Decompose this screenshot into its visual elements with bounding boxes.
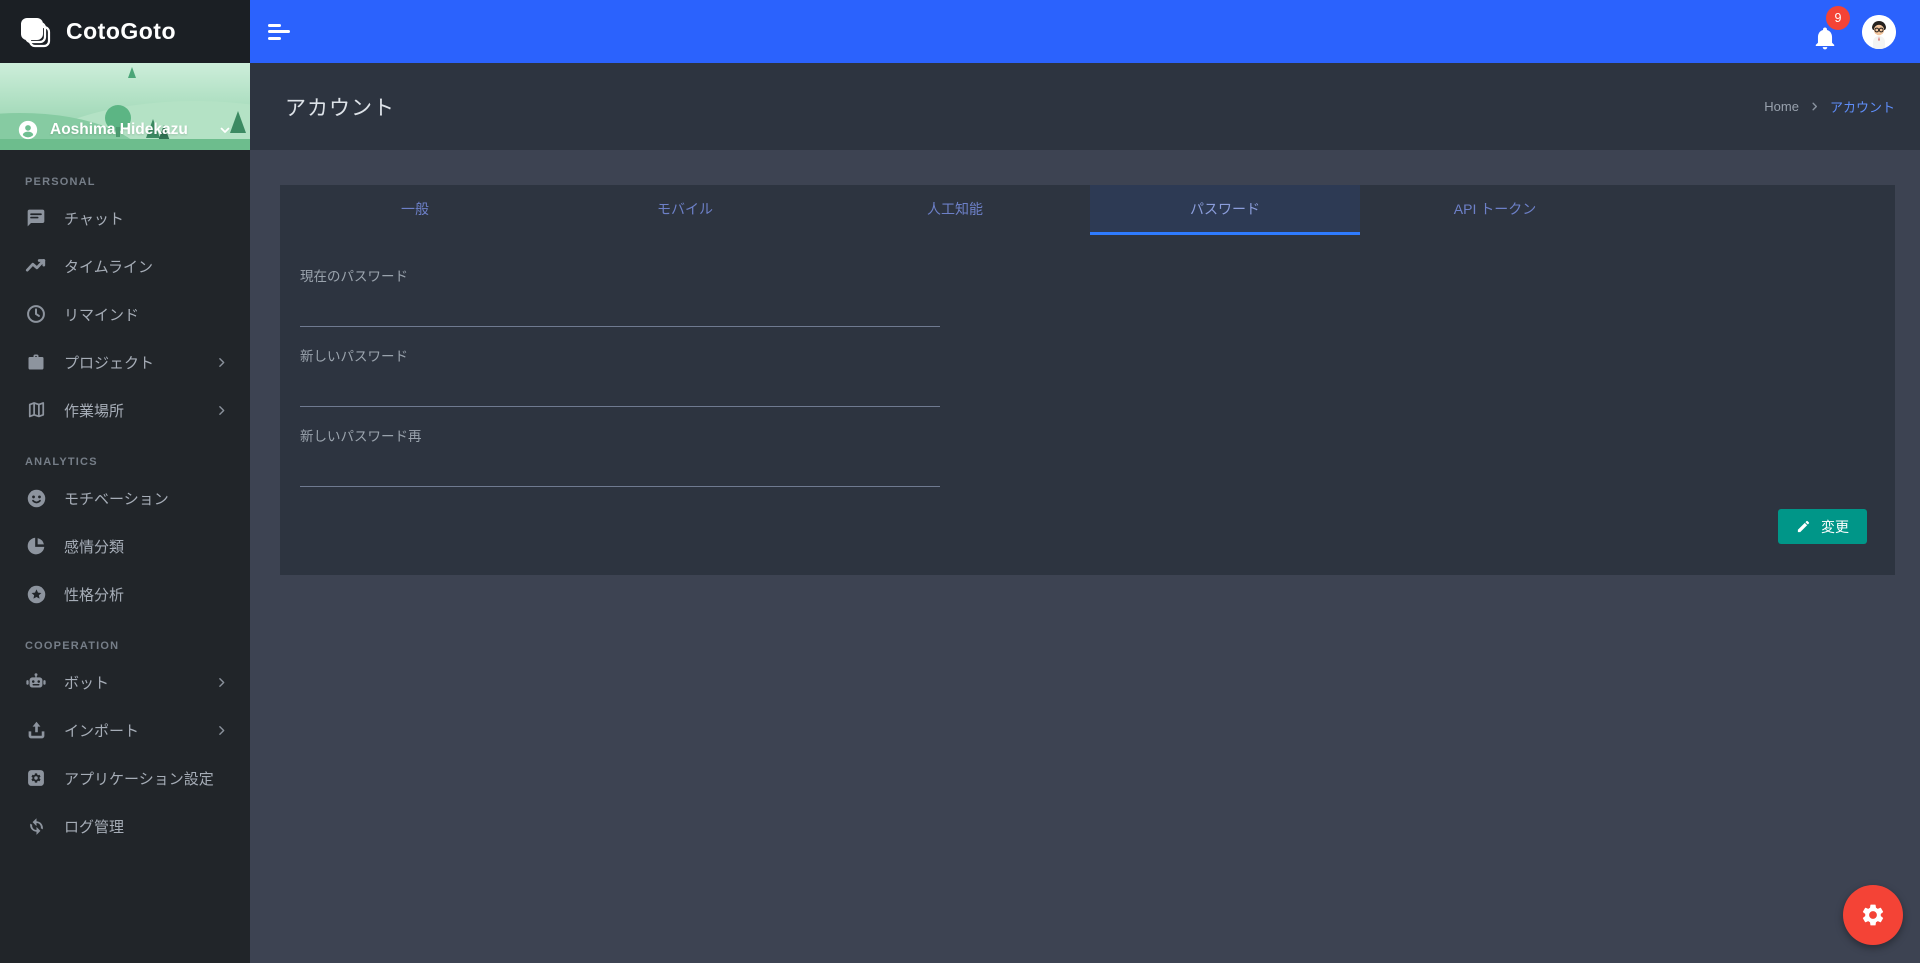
user-avatar[interactable] <box>1862 14 1896 49</box>
brand-logo[interactable]: CotoGoto <box>0 0 250 63</box>
sidebar-item-app-settings[interactable]: アプリケーション設定 <box>0 754 250 802</box>
breadcrumb-current[interactable]: アカウント <box>1830 97 1895 116</box>
main-content: 一般 モバイル 人工知能 パスワード API トークン 現在のパスワード 新しい… <box>250 150 1920 963</box>
bot-icon <box>25 671 47 693</box>
hamburger-menu-button[interactable] <box>268 22 294 42</box>
confirm-password-label: 新しいパスワード再 <box>300 429 422 444</box>
pencil-icon <box>1796 519 1811 534</box>
timeline-icon <box>25 255 47 277</box>
notifications-button[interactable]: 9 <box>1812 5 1850 52</box>
log-sync-icon <box>25 815 47 837</box>
notification-count-badge: 9 <box>1826 5 1850 30</box>
sidebar-item-emotion[interactable]: 感情分類 <box>0 522 250 570</box>
section-header-analytics: ANALYTICS <box>25 456 98 468</box>
current-password-label: 現在のパスワード <box>300 269 408 284</box>
section-header-personal: PERSONAL <box>25 176 96 188</box>
topbar: 9 <box>250 0 1920 63</box>
current-password-input[interactable] <box>300 285 940 327</box>
sidebar-item-import[interactable]: インポート <box>0 706 250 754</box>
workplace-map-icon <box>25 399 47 421</box>
tab-ai[interactable]: 人工知能 <box>820 185 1090 235</box>
sidebar-item-log[interactable]: ログ管理 <box>0 802 250 850</box>
motivation-face-icon <box>25 487 47 509</box>
tab-mobile[interactable]: モバイル <box>550 185 820 235</box>
account-card: 一般 モバイル 人工知能 パスワード API トークン 現在のパスワード 新しい… <box>280 185 1895 575</box>
project-briefcase-icon <box>25 351 47 373</box>
page-title: アカウント <box>285 96 395 120</box>
breadcrumb-home-link[interactable]: Home <box>1764 99 1799 114</box>
tab-password[interactable]: パスワード <box>1090 185 1360 235</box>
brand-name: CotoGoto <box>66 18 177 44</box>
app-settings-icon <box>25 767 47 789</box>
chevron-right-icon <box>215 676 228 689</box>
app-root: CotoGoto Aoshima Hidekazu PERSONAL チャット … <box>0 0 1920 963</box>
sidebar-item-remind[interactable]: リマインド <box>0 290 250 338</box>
sidebar-item-motivation[interactable]: モチベーション <box>0 474 250 522</box>
confirm-password-input[interactable] <box>300 445 940 487</box>
new-password-field-group: 新しいパスワード <box>300 345 940 407</box>
sidebar-nav: PERSONAL チャット タイムライン リマインド プロジェクト 作業場所 A… <box>0 150 250 850</box>
current-password-field-group: 現在のパスワード <box>300 265 940 327</box>
gear-icon <box>1860 902 1886 928</box>
section-header-cooperation: COOPERATION <box>25 640 120 652</box>
remind-clock-icon <box>25 303 47 325</box>
sidebar-item-chat[interactable]: チャット <box>0 194 250 242</box>
chevron-right-icon <box>1809 101 1820 112</box>
settings-fab-button[interactable] <box>1843 885 1903 945</box>
import-upload-icon <box>25 719 47 741</box>
sidebar-item-timeline[interactable]: タイムライン <box>0 242 250 290</box>
new-password-input[interactable] <box>300 365 940 407</box>
chevron-right-icon <box>215 724 228 737</box>
sidebar-item-bot[interactable]: ボット <box>0 658 250 706</box>
chat-icon <box>25 207 47 229</box>
personality-star-icon <box>25 583 47 605</box>
breadcrumb: Home アカウント <box>1764 97 1895 116</box>
confirm-password-field-group: 新しいパスワード再 <box>300 425 940 487</box>
sidebar-item-personality[interactable]: 性格分析 <box>0 570 250 618</box>
cotogoto-logo-icon <box>18 15 52 49</box>
chevron-right-icon <box>215 404 228 417</box>
page-header: アカウント Home アカウント <box>250 63 1920 150</box>
tab-api-token[interactable]: API トークン <box>1360 185 1630 235</box>
new-password-label: 新しいパスワード <box>300 349 408 364</box>
user-name: Aoshima Hidekazu <box>50 121 188 138</box>
password-form: 現在のパスワード 新しいパスワード 新しいパスワード再 <box>280 235 1895 487</box>
tab-general[interactable]: 一般 <box>280 185 550 235</box>
emotion-pie-icon <box>25 535 47 557</box>
change-password-button[interactable]: 変更 <box>1778 509 1867 544</box>
chevron-right-icon <box>215 356 228 369</box>
sidebar-item-project[interactable]: プロジェクト <box>0 338 250 386</box>
user-panel[interactable]: Aoshima Hidekazu <box>0 63 250 150</box>
sidebar-item-workplace[interactable]: 作業場所 <box>0 386 250 434</box>
account-tabs: 一般 モバイル 人工知能 パスワード API トークン <box>280 185 1895 235</box>
chevron-down-icon[interactable] <box>218 123 232 137</box>
user-icon <box>18 120 38 140</box>
sidebar: CotoGoto Aoshima Hidekazu PERSONAL チャット … <box>0 0 250 963</box>
